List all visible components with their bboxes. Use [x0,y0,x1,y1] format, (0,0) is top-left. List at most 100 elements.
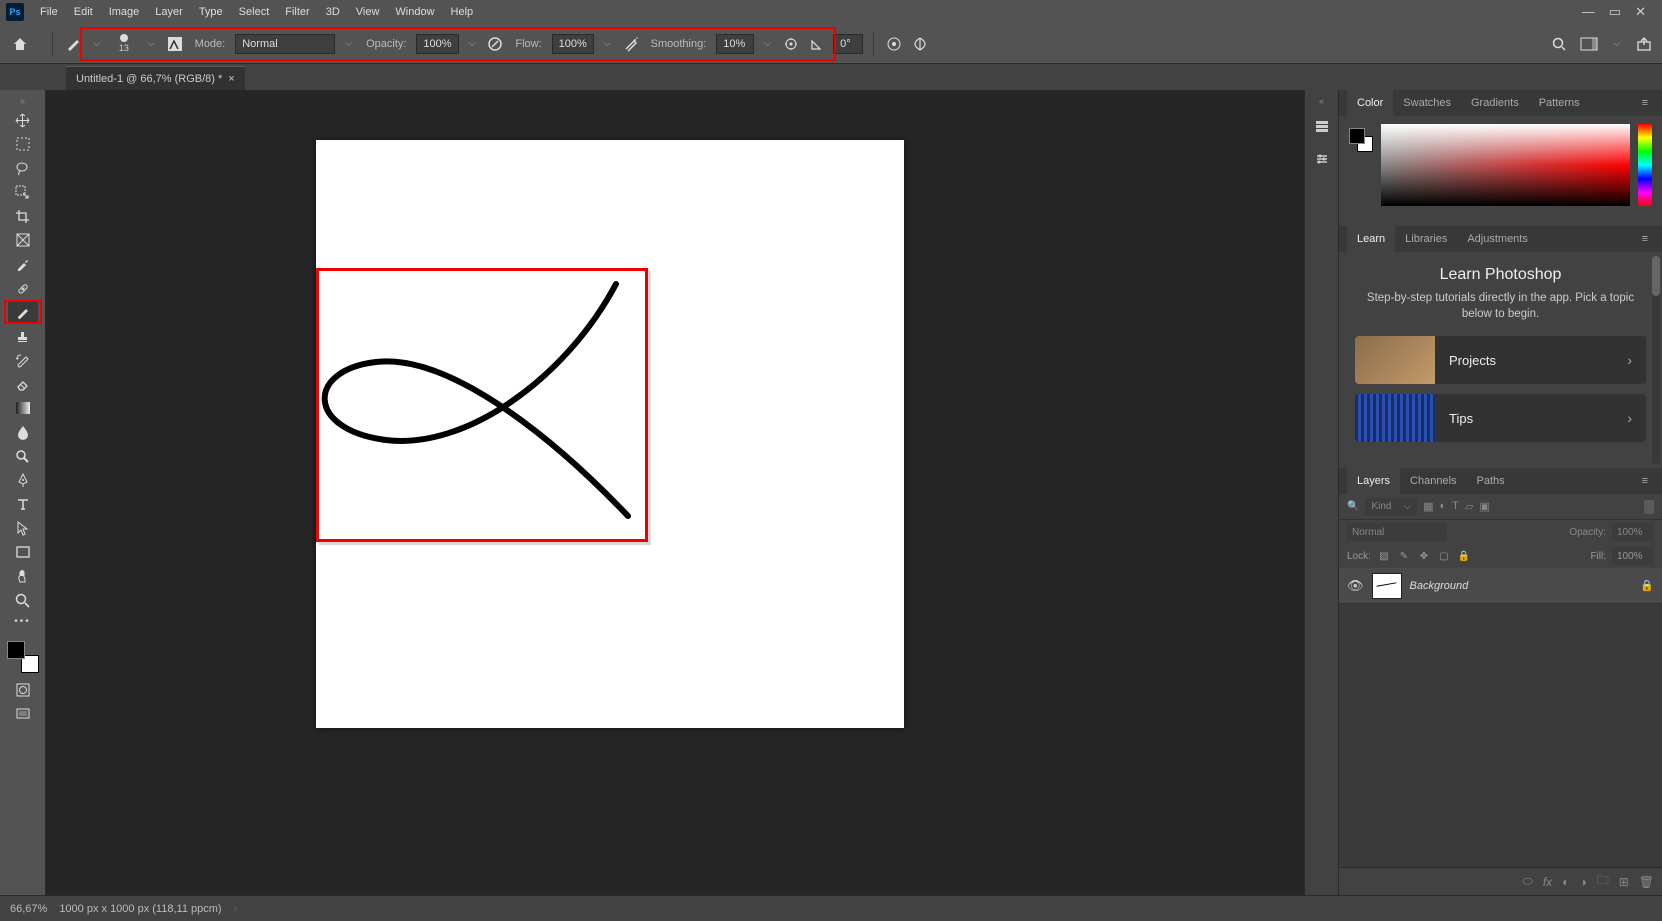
scrollbar[interactable] [1652,256,1660,464]
hue-slider[interactable] [1638,124,1652,206]
panel-menu-icon[interactable]: ≡ [1636,233,1654,245]
fg-chip[interactable] [1349,128,1365,144]
color-chips[interactable] [1349,128,1373,152]
workspace-icon[interactable] [1579,34,1599,54]
panel-menu-icon[interactable]: ≡ [1636,475,1654,487]
lock-artboard-icon[interactable]: ▢ [1437,551,1451,562]
canvas-area[interactable] [46,90,1304,895]
learn-card-projects[interactable]: Projects › [1355,336,1646,384]
mode-select[interactable]: Normal [235,34,335,54]
filter-toggle[interactable] [1644,500,1654,514]
menu-help[interactable]: Help [443,0,482,24]
opacity-field[interactable]: 100% [416,34,458,54]
lock-trans-icon[interactable]: ▨ [1377,551,1391,562]
eyedropper-tool[interactable] [8,253,38,275]
marquee-tool[interactable] [8,133,38,155]
adjustment-layer-icon[interactable]: ◑ [1579,875,1586,889]
flow-field[interactable]: 100% [552,34,594,54]
workspace-dropdown[interactable]: ⌵ [1609,38,1624,49]
search-icon[interactable] [1549,34,1569,54]
tool-preset-icon[interactable] [63,34,83,54]
screenmode-tool[interactable] [8,703,38,725]
color-spectrum[interactable] [1381,124,1630,206]
document-tab[interactable]: Untitled-1 @ 66,7% (RGB/8) * × [66,66,245,90]
tab-gradients[interactable]: Gradients [1461,90,1529,116]
foreground-color[interactable] [7,641,25,659]
tab-layers[interactable]: Layers [1347,468,1400,494]
status-chevron-icon[interactable]: › [234,903,238,915]
menu-image[interactable]: Image [101,0,148,24]
gradient-tool[interactable] [8,397,38,419]
brush-dropdown[interactable]: ⌵ [144,38,159,49]
tab-color[interactable]: Color [1347,90,1393,116]
link-layers-icon[interactable]: ⬭ [1523,874,1533,889]
history-panel-icon[interactable] [1311,116,1333,138]
brush-panel-icon[interactable] [165,34,185,54]
more-tools[interactable]: ••• [14,616,31,627]
layer-mask-icon[interactable]: ◐ [1562,875,1569,889]
quick-select-tool[interactable] [8,181,38,203]
smoothing-field[interactable]: 10% [716,34,754,54]
properties-panel-icon[interactable] [1311,148,1333,170]
shape-tool[interactable] [8,541,38,563]
brush-preview[interactable]: 13 [110,30,138,58]
blend-mode-select[interactable]: Normal [1347,523,1447,541]
share-icon[interactable] [1634,34,1654,54]
crop-tool[interactable] [8,205,38,227]
dodge-tool[interactable] [8,445,38,467]
filter-pixel-icon[interactable]: ▦ [1423,500,1433,513]
hand-tool[interactable] [8,565,38,587]
quickmask-tool[interactable] [8,679,38,701]
tab-swatches[interactable]: Swatches [1393,90,1461,116]
tab-libraries[interactable]: Libraries [1395,226,1457,252]
menu-type[interactable]: Type [191,0,231,24]
layer-thumbnail[interactable] [1372,573,1402,599]
window-restore-icon[interactable]: ▭ [1609,4,1621,20]
search-icon[interactable]: 🔍 [1347,501,1359,512]
close-tab-icon[interactable]: × [228,73,234,85]
history-brush-tool[interactable] [8,349,38,371]
blur-tool[interactable] [8,421,38,443]
toolbox-chevron[interactable]: » [20,96,25,106]
symmetry-icon[interactable] [910,34,930,54]
lock-pixels-icon[interactable]: ✎ [1397,551,1411,562]
menu-window[interactable]: Window [387,0,442,24]
doc-dimensions[interactable]: 1000 px x 1000 px (118,11 ppcm) [59,903,221,915]
menu-select[interactable]: Select [231,0,278,24]
stamp-tool[interactable] [8,325,38,347]
healing-tool[interactable] [8,277,38,299]
canvas[interactable] [316,140,904,728]
pressure-size-icon[interactable] [884,34,904,54]
flow-dropdown[interactable]: ⌵ [600,38,615,49]
type-tool[interactable] [8,493,38,515]
color-swatches[interactable] [7,641,39,673]
window-minimize-icon[interactable]: — [1582,4,1595,20]
home-button[interactable] [8,32,32,56]
tab-patterns[interactable]: Patterns [1529,90,1590,116]
filter-smart-icon[interactable]: ▣ [1479,500,1489,513]
menu-3d[interactable]: 3D [318,0,348,24]
smoothing-dropdown[interactable]: ⌵ [760,38,775,49]
tab-channels[interactable]: Channels [1400,468,1466,494]
layer-group-icon[interactable]: 🗀 [1597,871,1609,892]
eraser-tool[interactable] [8,373,38,395]
layer-fx-icon[interactable]: fx [1543,875,1552,889]
fill-field[interactable]: 100% [1612,547,1654,565]
pen-tool[interactable] [8,469,38,491]
smoothing-options-icon[interactable] [781,34,801,54]
learn-card-tips[interactable]: Tips › [1355,394,1646,442]
filter-shape-icon[interactable]: ▱ [1465,500,1473,513]
pressure-opacity-icon[interactable] [485,34,505,54]
lock-icon[interactable]: 🔒 [1640,579,1654,592]
tab-adjustments[interactable]: Adjustments [1457,226,1538,252]
path-select-tool[interactable] [8,517,38,539]
tool-preset-dropdown[interactable]: ⌵ [89,38,104,49]
visibility-icon[interactable]: 👁 [1347,578,1364,594]
move-tool[interactable] [8,109,38,131]
layer-opacity-field[interactable]: 100% [1612,523,1654,541]
airbrush-icon[interactable] [621,34,641,54]
menu-filter[interactable]: Filter [277,0,317,24]
menu-file[interactable]: File [32,0,66,24]
tab-learn[interactable]: Learn [1347,226,1395,252]
lock-all-icon[interactable]: 🔒 [1457,551,1471,562]
